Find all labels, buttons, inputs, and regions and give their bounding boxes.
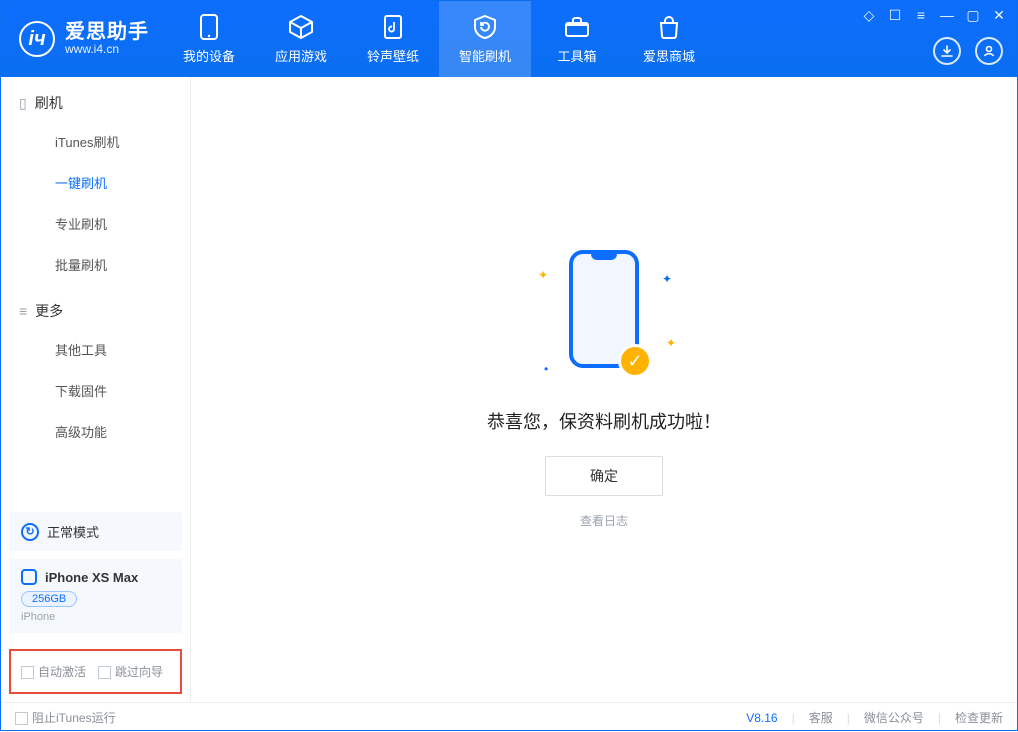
sidebar-item-advanced[interactable]: 高级功能 <box>1 411 190 452</box>
sidebar-item-itunes-flash[interactable]: iTunes刷机 <box>1 121 190 162</box>
main-content: ✦ ✦ • ✦ ✓ 恭喜您，保资料刷机成功啦！ 确定 查看日志 <box>191 77 1017 702</box>
ok-button[interactable]: 确定 <box>545 456 663 496</box>
header-bar: iч 爱思助手 www.i4.cn 我的设备 应用游戏 铃声壁纸 智能刷机 工具… <box>1 1 1017 77</box>
menu-icon[interactable]: ≡ <box>913 7 929 23</box>
nav-label: 工具箱 <box>557 46 596 65</box>
mode-icon: ↻ <box>21 523 39 541</box>
device-type-label: iPhone <box>21 611 170 623</box>
user-icon[interactable] <box>975 37 1003 65</box>
sidebar: ▯ 刷机 iTunes刷机 一键刷机 专业刷机 批量刷机 ≡ 更多 其他工具 下… <box>1 77 191 702</box>
nav-apps-games[interactable]: 应用游戏 <box>255 1 347 77</box>
sidebar-section-label: 刷机 <box>35 93 63 113</box>
device-icon <box>196 14 222 40</box>
logo-area: iч 爱思助手 www.i4.cn <box>1 21 163 57</box>
flash-options-highlighted: 自动激活 跳过向导 <box>9 649 182 694</box>
checkbox-block-itunes[interactable]: 阻止iTunes运行 <box>15 709 116 726</box>
app-name-cn: 爱思助手 <box>65 22 149 43</box>
checkbox-auto-activate[interactable]: 自动激活 <box>21 663 86 680</box>
device-info-box[interactable]: iPhone XS Max 256GB iPhone <box>9 559 182 633</box>
sidebar-item-download-firmware[interactable]: 下载固件 <box>1 370 190 411</box>
footer-label: 阻止iTunes运行 <box>32 711 116 725</box>
nav-toolbox[interactable]: 工具箱 <box>531 1 623 77</box>
view-log-link[interactable]: 查看日志 <box>580 512 628 529</box>
main-nav: 我的设备 应用游戏 铃声壁纸 智能刷机 工具箱 爱思商城 <box>163 1 715 77</box>
sparkle-icon: ✦ <box>662 272 672 286</box>
maximize-button[interactable]: ▢ <box>965 7 981 23</box>
feedback-icon[interactable]: ☐ <box>887 7 903 23</box>
refresh-shield-icon <box>472 14 498 40</box>
phone-notch-icon <box>591 254 617 260</box>
nav-label: 爱思商城 <box>643 46 695 65</box>
version-label: V8.16 <box>746 711 777 725</box>
device-mode-label: 正常模式 <box>47 522 99 541</box>
menu-small-icon: ≡ <box>19 303 27 319</box>
support-link[interactable]: 客服 <box>809 709 833 726</box>
sparkle-icon: ✦ <box>538 268 548 282</box>
nav-smart-flash[interactable]: 智能刷机 <box>439 1 531 77</box>
nav-label: 我的设备 <box>183 46 235 65</box>
footer-bar: 阻止iTunes运行 V8.16 | 客服 | 微信公众号 | 检查更新 <box>1 702 1017 732</box>
window-controls: ◇ ☐ ≡ — ▢ ✕ <box>861 7 1007 23</box>
opt-label: 跳过向导 <box>115 665 163 679</box>
nav-store[interactable]: 爱思商城 <box>623 1 715 77</box>
sparkle-icon: • <box>544 362 548 376</box>
nav-ringtones[interactable]: 铃声壁纸 <box>347 1 439 77</box>
toolbox-icon <box>564 14 590 40</box>
check-update-link[interactable]: 检查更新 <box>955 709 1003 726</box>
sidebar-item-pro-flash[interactable]: 专业刷机 <box>1 203 190 244</box>
success-message: 恭喜您，保资料刷机成功啦！ <box>487 408 721 434</box>
note-icon <box>380 14 406 40</box>
wechat-link[interactable]: 微信公众号 <box>864 709 924 726</box>
shirt-icon[interactable]: ◇ <box>861 7 877 23</box>
close-button[interactable]: ✕ <box>991 7 1007 23</box>
app-name-en: www.i4.cn <box>65 43 149 56</box>
nav-label: 铃声壁纸 <box>367 46 419 65</box>
cube-icon <box>288 14 314 40</box>
nav-label: 智能刷机 <box>459 46 511 65</box>
success-illustration: ✦ ✦ • ✦ ✓ <box>554 250 654 380</box>
sidebar-item-other-tools[interactable]: 其他工具 <box>1 329 190 370</box>
device-name-label: iPhone XS Max <box>45 570 138 585</box>
sidebar-section-more: ≡ 更多 <box>1 285 190 329</box>
app-logo-icon: iч <box>19 21 55 57</box>
sidebar-item-oneclick-flash[interactable]: 一键刷机 <box>1 162 190 203</box>
checkmark-badge-icon: ✓ <box>618 344 652 378</box>
storage-badge: 256GB <box>21 591 77 607</box>
nav-label: 应用游戏 <box>275 46 327 65</box>
header-actions <box>933 37 1003 65</box>
opt-label: 自动激活 <box>38 665 86 679</box>
download-icon[interactable] <box>933 37 961 65</box>
device-small-icon <box>21 569 37 585</box>
sidebar-item-batch-flash[interactable]: 批量刷机 <box>1 244 190 285</box>
sparkle-icon: ✦ <box>666 336 676 350</box>
bag-icon <box>656 14 682 40</box>
device-mode-box[interactable]: ↻ 正常模式 <box>9 512 182 551</box>
nav-my-device[interactable]: 我的设备 <box>163 1 255 77</box>
checkbox-skip-wizard[interactable]: 跳过向导 <box>98 663 163 680</box>
sidebar-section-label: 更多 <box>35 301 63 321</box>
phone-small-icon: ▯ <box>19 95 27 112</box>
minimize-button[interactable]: — <box>939 7 955 23</box>
sidebar-section-flash: ▯ 刷机 <box>1 77 190 121</box>
